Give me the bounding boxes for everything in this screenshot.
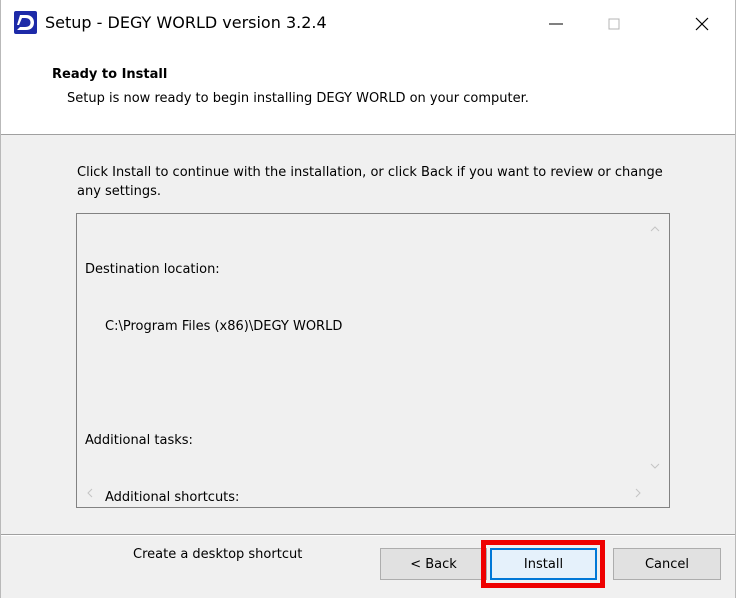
cancel-button[interactable]: Cancel bbox=[613, 548, 721, 580]
memo-content: Destination location: C:\Program Files (… bbox=[85, 222, 342, 602]
footer-divider bbox=[1, 534, 735, 536]
close-icon bbox=[695, 17, 709, 31]
instruction-text: Click Install to continue with the insta… bbox=[77, 165, 663, 199]
memo-line: Additional tasks: bbox=[85, 433, 193, 448]
back-button[interactable]: < Back bbox=[380, 548, 487, 580]
window-title: Setup - DEGY WORLD version 3.2.4 bbox=[45, 13, 327, 32]
scroll-up-icon[interactable] bbox=[650, 225, 660, 233]
page-title: Ready to Install bbox=[52, 67, 168, 82]
ready-memo[interactable]: Destination location: C:\Program Files (… bbox=[76, 213, 670, 562]
wizard-header: Ready to Install Setup is now ready to b… bbox=[1, 48, 735, 135]
maximize-button[interactable] bbox=[585, 0, 643, 48]
minimize-button[interactable] bbox=[527, 0, 585, 48]
memo-line: Destination location: bbox=[85, 262, 220, 277]
install-button[interactable]: Install bbox=[490, 548, 597, 580]
page-subtitle: Setup is now ready to begin installing D… bbox=[67, 91, 529, 106]
close-button[interactable] bbox=[673, 0, 731, 48]
scroll-right-icon[interactable] bbox=[634, 488, 642, 498]
scroll-down-icon[interactable] bbox=[650, 462, 660, 470]
memo-line bbox=[85, 374, 342, 393]
title-bar: Setup - DEGY WORLD version 3.2.4 bbox=[1, 0, 735, 48]
minimize-icon bbox=[549, 23, 563, 25]
maximize-icon bbox=[608, 18, 620, 30]
degy-logo-icon bbox=[14, 11, 37, 34]
setup-window: Setup - DEGY WORLD version 3.2.4 Ready t… bbox=[0, 0, 736, 598]
memo-line: Create a desktop shortcut bbox=[133, 547, 303, 562]
memo-line: Additional shortcuts: bbox=[105, 490, 240, 505]
memo-line: C:\Program Files (x86)\DEGY WORLD bbox=[105, 319, 343, 334]
scroll-left-icon[interactable] bbox=[86, 488, 94, 498]
